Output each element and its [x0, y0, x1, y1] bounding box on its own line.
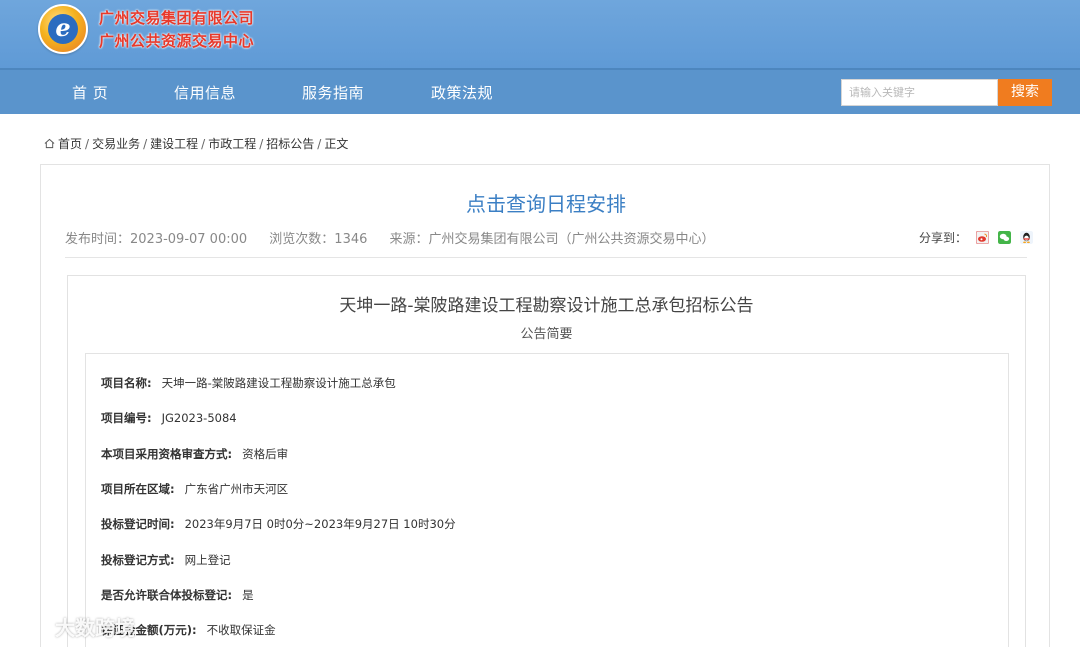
- brand-line-1: 广州交易集团有限公司: [99, 9, 255, 27]
- brand-line-2: 广州公共资源交易中心: [99, 32, 255, 50]
- main-nav: 首 页 信用信息 服务指南 政策法规 搜索: [0, 68, 1080, 114]
- info-key: 投标登记方式:: [101, 553, 175, 567]
- info-row: 投标登记方式: 网上登记: [101, 552, 231, 568]
- breadcrumb-home[interactable]: 首页: [58, 137, 82, 151]
- nav-item-credit[interactable]: 信用信息: [174, 82, 236, 103]
- info-row: 本项目采用资格审查方式: 资格后审: [101, 446, 288, 462]
- breadcrumb-tender[interactable]: 招标公告: [266, 137, 314, 151]
- source: 来源：广州交易集团有限公司（广州公共资源交易中心）: [389, 232, 715, 247]
- breadcrumb-separator: /: [143, 137, 148, 151]
- breadcrumb-municipal[interactable]: 市政工程: [208, 137, 256, 151]
- brand-name: 广州交易集团有限公司 广州公共资源交易中心: [99, 7, 254, 53]
- logo-letter: e: [48, 14, 78, 44]
- info-key: 本项目采用资格审查方式:: [101, 447, 233, 461]
- logo[interactable]: e: [38, 4, 88, 54]
- info-value: 天坤一路-棠陂路建设工程勘察设计施工总承包: [161, 376, 396, 390]
- info-row: 项目所在区域: 广东省广州市天河区: [101, 481, 288, 497]
- home-icon: [44, 138, 55, 149]
- view-count: 浏览次数：1346: [269, 232, 368, 247]
- info-key: 项目编号:: [101, 411, 152, 425]
- info-row: 投标登记时间: 2023年9月7日 0时0分~2023年9月27日 10时30分: [101, 516, 456, 532]
- info-value: JG2023-5084: [161, 411, 237, 425]
- breadcrumb-separator: /: [317, 137, 322, 151]
- divider: [65, 257, 1027, 258]
- weibo-icon[interactable]: [975, 231, 989, 244]
- wechat-icon[interactable]: [997, 231, 1011, 244]
- info-value: 资格后审: [242, 447, 289, 461]
- notice-panel: 天坤一路-棠陂路建设工程勘察设计施工总承包招标公告 公告简要 项目名称: 天坤一路…: [67, 275, 1026, 647]
- breadcrumb-separator: /: [201, 137, 206, 151]
- share-label: 分享到：: [919, 231, 968, 245]
- info-row: 是否允许联合体投标登记: 是: [101, 587, 254, 603]
- info-row: 项目编号: JG2023-5084: [101, 410, 237, 426]
- nav-item-policy[interactable]: 政策法规: [431, 82, 493, 103]
- search-button[interactable]: 搜索: [998, 79, 1052, 106]
- share-bar: 分享到：: [919, 229, 1033, 246]
- info-value: 广东省广州市天河区: [184, 482, 289, 496]
- info-row: 项目名称: 天坤一路-棠陂路建设工程勘察设计施工总承包: [101, 375, 396, 391]
- article-meta: 发布时间：2023-09-07 00:00 浏览次数：1346 来源：广州交易集…: [65, 228, 733, 247]
- article-frame: 点击查询日程安排 发布时间：2023-09-07 00:00 浏览次数：1346…: [40, 164, 1050, 647]
- notice-subtitle: 公告简要: [520, 327, 573, 342]
- watermark-text: 大数跨境: [54, 616, 135, 640]
- breadcrumb-construction[interactable]: 建设工程: [150, 137, 198, 151]
- header-banner: e 广州交易集团有限公司 广州公共资源交易中心: [0, 0, 1080, 68]
- info-value: 2023年9月7日 0时0分~2023年9月27日 10时30分: [184, 517, 456, 531]
- info-key: 项目所在区域:: [101, 482, 175, 496]
- nav-item-home[interactable]: 首 页: [72, 82, 108, 103]
- qq-icon[interactable]: [1019, 231, 1033, 244]
- breadcrumb: 首页 / 交易业务 / 建设工程 / 市政工程 / 招标公告 / 正文: [44, 135, 348, 152]
- watermark: 大数跨境: [8, 612, 135, 641]
- breadcrumb-trading[interactable]: 交易业务: [92, 137, 140, 151]
- breadcrumb-current: 正文: [324, 137, 349, 151]
- notice-summary-box: 项目名称: 天坤一路-棠陂路建设工程勘察设计施工总承包 项目编号: JG2023-5…: [85, 353, 1009, 647]
- info-key: 是否允许联合体投标登记:: [101, 588, 233, 602]
- info-value: 不收取保证金: [206, 623, 276, 637]
- schedule-link[interactable]: 点击查询日程安排: [41, 188, 1051, 217]
- breadcrumb-separator: /: [85, 137, 90, 151]
- publish-time: 发布时间：2023-09-07 00:00: [65, 232, 248, 247]
- info-key: 项目名称:: [101, 376, 152, 390]
- search-input[interactable]: [841, 79, 998, 106]
- info-value: 是: [242, 588, 254, 602]
- info-value: 网上登记: [184, 553, 231, 567]
- breadcrumb-separator: /: [259, 137, 264, 151]
- info-key: 投标登记时间:: [101, 517, 175, 531]
- watermark-logo-icon: [10, 616, 39, 637]
- notice-title: 天坤一路-棠陂路建设工程勘察设计施工总承包招标公告: [339, 296, 754, 316]
- nav-item-guide[interactable]: 服务指南: [302, 82, 364, 103]
